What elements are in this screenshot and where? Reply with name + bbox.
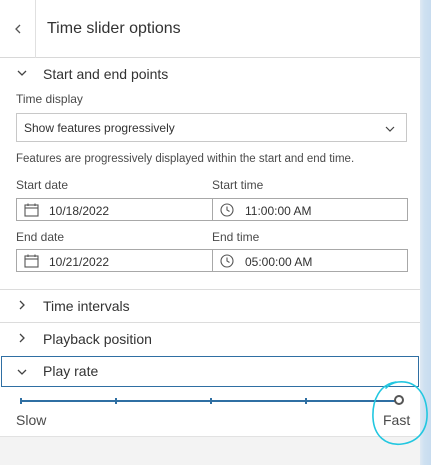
start-time-value: 11:00:00 AM xyxy=(245,204,312,218)
chevron-down-icon xyxy=(385,126,395,132)
panel-header: Time slider options xyxy=(0,0,420,58)
chevron-down-icon xyxy=(17,70,27,76)
fast-label: Fast xyxy=(383,412,411,428)
section-title: Start and end points xyxy=(43,66,169,82)
chevron-right-icon xyxy=(19,333,25,343)
time-slider-options-panel: Time slider options Start and end points… xyxy=(0,0,420,465)
section-title: Time intervals xyxy=(43,298,130,314)
time-display-value: Show features progressively xyxy=(24,121,175,135)
time-display-select[interactable]: Show features progressively xyxy=(16,113,407,142)
calendar-icon xyxy=(24,203,39,217)
calendar-icon xyxy=(24,254,39,268)
panel-edge xyxy=(420,0,431,465)
slider-tick xyxy=(115,398,117,404)
end-time-value: 05:00:00 AM xyxy=(245,255,313,269)
chevron-left-icon xyxy=(14,24,20,34)
end-time-label: End time xyxy=(212,230,260,244)
time-display-label: Time display xyxy=(16,92,83,106)
section-time-intervals[interactable]: Time intervals xyxy=(0,290,420,322)
end-date-label: End date xyxy=(16,230,65,244)
play-rate-slider[interactable] xyxy=(20,395,404,407)
slow-label: Slow xyxy=(16,412,47,428)
back-button[interactable] xyxy=(0,0,36,58)
chevron-down-icon xyxy=(17,369,27,375)
clock-icon xyxy=(220,203,234,217)
end-date-value: 10/21/2022 xyxy=(49,255,110,269)
clock-icon xyxy=(220,254,234,268)
end-time-input[interactable]: 05:00:00 AM xyxy=(212,249,408,272)
section-title: Playback position xyxy=(43,331,152,347)
section-playback-position[interactable]: Playback position xyxy=(0,323,420,355)
section-title: Play rate xyxy=(43,363,99,379)
end-date-input[interactable]: 10/21/2022 xyxy=(16,249,213,272)
panel-footer xyxy=(0,436,420,465)
chevron-right-icon xyxy=(19,300,25,310)
start-date-label: Start date xyxy=(16,178,69,192)
slider-thumb[interactable] xyxy=(394,395,404,405)
section-play-rate[interactable]: Play rate xyxy=(1,356,419,387)
section-start-end-points[interactable]: Start and end points xyxy=(0,58,420,90)
page-title: Time slider options xyxy=(47,20,181,37)
slider-tick xyxy=(305,398,307,404)
start-time-label: Start time xyxy=(212,178,264,192)
start-date-value: 10/18/2022 xyxy=(49,204,110,218)
time-display-description: Features are progressively displayed wit… xyxy=(16,153,355,165)
start-time-input[interactable]: 11:00:00 AM xyxy=(212,198,408,221)
slider-tick xyxy=(20,398,22,404)
start-date-input[interactable]: 10/18/2022 xyxy=(16,198,213,221)
slider-tick xyxy=(210,398,212,404)
